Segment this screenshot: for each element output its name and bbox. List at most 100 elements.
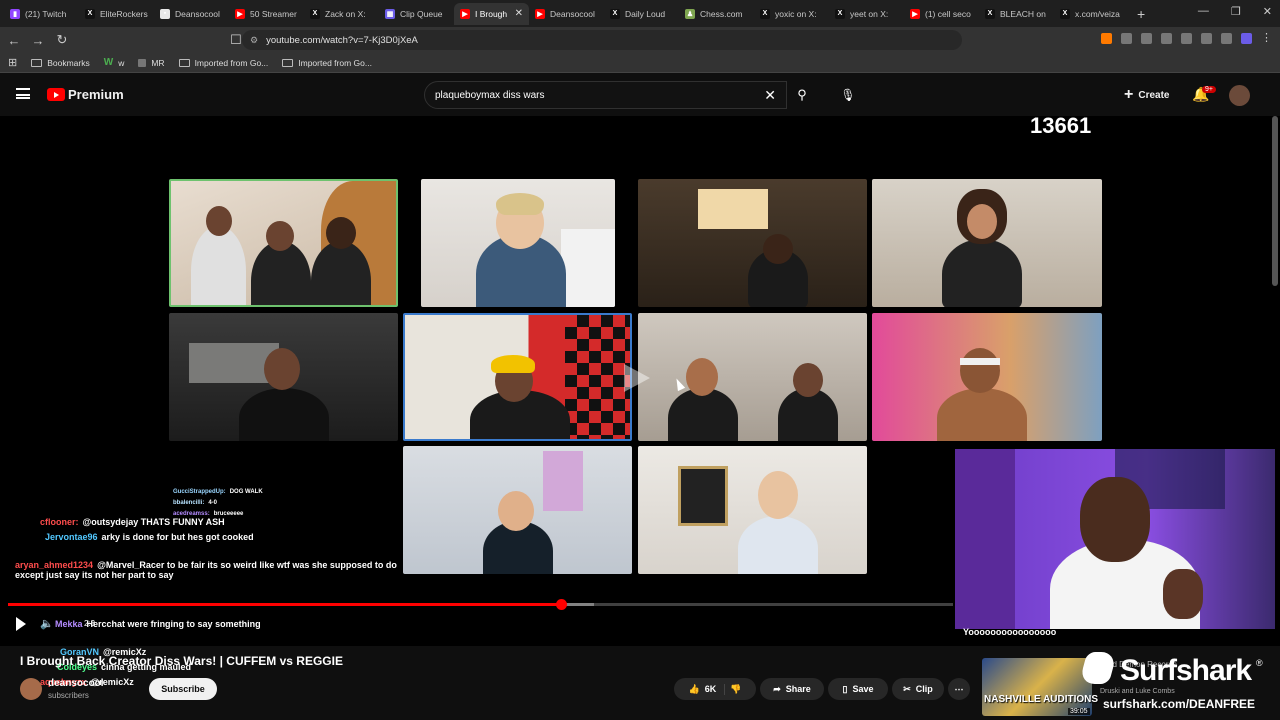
save-button[interactable]: ▯ Save [828,678,888,700]
bookmark-folder-1[interactable]: Imported from Go... [178,57,269,68]
chat-username: Mekka [55,619,83,629]
extension-icon[interactable] [1101,33,1112,44]
browser-tab[interactable]: ▮ (21) Twitch [4,3,79,25]
extension-icons: ⋮ [1101,33,1272,44]
forward-icon[interactable]: → [28,33,48,48]
browser-tab[interactable]: ▶ Deansocool [529,3,604,25]
browser-tab[interactable]: ▪ Deansocool [154,3,229,25]
youtube-header: Premium plaqueboymax diss wars ✕ ⚲ 🎙 + C… [0,74,1280,116]
browser-tab[interactable]: Xx.com/veiza [1054,3,1129,25]
user-avatar[interactable] [1229,85,1250,106]
menu-hamburger-icon[interactable] [16,88,30,99]
facecam-caption: Yoooooooooooooooo [963,627,1057,637]
tab-label: yoxic on X: [775,8,817,19]
volume-icon[interactable]: 🔈 [40,617,54,630]
folder-icon [178,58,190,67]
share-label: Share [785,684,811,694]
extension-icon[interactable] [1181,33,1192,44]
extension-icon[interactable] [1201,33,1212,44]
tab-favicon-icon: ▮ [10,8,20,19]
bookmark-label: Bookmarks [47,57,90,68]
chat-text: 4-0 [208,500,218,506]
extension-icon[interactable] [1121,33,1132,44]
bookmark-label: Imported from Go... [194,57,269,68]
extension-icon[interactable] [1241,33,1252,44]
webcam-tile [169,179,398,307]
reload-icon[interactable]: ↻ [52,32,72,48]
youtube-logo[interactable]: Premium [47,87,124,102]
browser-tab[interactable]: ▦ Clip Queue [379,3,454,25]
maximize-icon[interactable]: ❐ [1231,5,1241,18]
chat-message: Jervontae96 arky is done for but hes got … [45,532,254,542]
ad-thumbnail-text: NASHVILLE AUDITIONS [984,694,1099,705]
search-value: plaqueboymax diss wars [435,89,545,101]
search-icon[interactable]: ⚲ [787,81,817,109]
video-title: I Brought Back Creator Diss Wars! | CUFF… [20,654,343,668]
registered-mark: ® [1256,658,1263,668]
create-button[interactable]: + Create [1124,86,1169,104]
bookmark-mr[interactable]: MR [138,58,165,68]
page-scrollbar[interactable] [1272,116,1278,286]
browser-tab[interactable]: X Zack on X: [304,3,379,25]
apps-grid-icon[interactable]: ⊞ [8,56,17,69]
bookmark-w[interactable]: Ww [104,57,125,68]
new-tab-icon[interactable]: + [1129,6,1153,22]
play-button[interactable] [14,617,28,631]
back-icon[interactable]: ← [4,33,24,48]
tab-favicon-icon: ▦ [385,8,395,19]
bookmarks-icon [31,58,43,67]
chat-username: Jervontae96 [45,532,98,542]
channel-avatar[interactable] [20,678,42,700]
site-info-icon[interactable]: ⚙ [250,35,258,46]
bookmark-bookmarks[interactable]: Bookmarks [31,58,90,68]
browser-tab[interactable]: X Daily Loud [604,3,679,25]
clear-search-icon[interactable]: ✕ [764,87,776,104]
tab-label: Chess.com [700,8,743,19]
chat-message: GucciStrappedUp: DOG WALK [173,489,263,495]
menu-dots-icon[interactable]: ⋮ [1261,33,1272,44]
w-icon: W [103,57,114,68]
subscribe-button[interactable]: Subscribe [149,678,217,700]
minimize-icon[interactable]: — [1198,5,1209,18]
browser-tab[interactable]: X BLEACH on [979,3,1054,25]
webcam-tile [638,446,867,574]
channel-name[interactable]: deansocool [48,678,104,689]
browser-tab-bar: ▮ (21) Twitch X EliteRockers ▪ Deansocool ▶ 50 … [0,0,1280,27]
bookmark-folder-2[interactable]: Imported from Go... [282,58,372,68]
clip-label: Clip [915,684,933,694]
play-overlay-icon[interactable] [622,364,652,392]
share-button[interactable]: ➦ Share [760,678,824,700]
browser-tab[interactable]: Xyoxic on X: [754,3,829,25]
progress-bar[interactable] [8,599,953,610]
tab-label: Clip Queue [400,8,443,19]
more-actions-button[interactable]: ⋯ [948,678,970,700]
browser-tab[interactable]: ♟ Chess.com [679,3,754,25]
webcam-tile [421,179,615,307]
microphone-icon[interactable]: 🎙 [836,82,860,108]
browser-tab[interactable]: X EliteRockers [79,3,154,25]
ad-duration: 39:05 [1068,708,1090,715]
mr-icon [138,58,147,67]
close-tab-icon[interactable]: ✕ [515,8,523,19]
plus-icon: + [1124,86,1134,103]
browser-tab[interactable]: Xyeet on X: [829,3,904,25]
like-button[interactable]: 👍 6K [689,683,726,695]
extension-icon[interactable] [1161,33,1172,44]
scrubber-handle[interactable] [555,599,567,610]
ad-meta: Druski and Luke Combs [1100,688,1175,695]
extension-icon[interactable] [1141,33,1152,44]
browser-tab[interactable]: ▶ I Brough ✕ [454,2,529,25]
clip-button[interactable]: ✂ Clip [892,678,944,700]
more-icon: ⋯ [954,683,964,694]
tab-label: Deansocool [175,8,220,19]
close-window-icon[interactable]: ✕ [1263,5,1272,18]
url-field[interactable]: ⚙ youtube.com/watch?v=7-Kj3D0jXeA [242,30,962,50]
chat-message: bbalencilli: 4-0 [173,500,217,506]
browser-tab[interactable]: ▶ 50 Streamer [229,3,304,25]
dislike-button[interactable]: 👎 [730,684,741,695]
search-input[interactable]: plaqueboymax diss wars ✕ [424,81,787,109]
extension-icon[interactable] [1221,33,1232,44]
chat-username: GucciStrappedUp: [173,489,226,495]
address-bar: ← → ↻ ☐ ⚙ youtube.com/watch?v=7-Kj3D0jXe… [0,27,1280,53]
browser-tab[interactable]: ▶ (1) cell seco [904,3,979,25]
